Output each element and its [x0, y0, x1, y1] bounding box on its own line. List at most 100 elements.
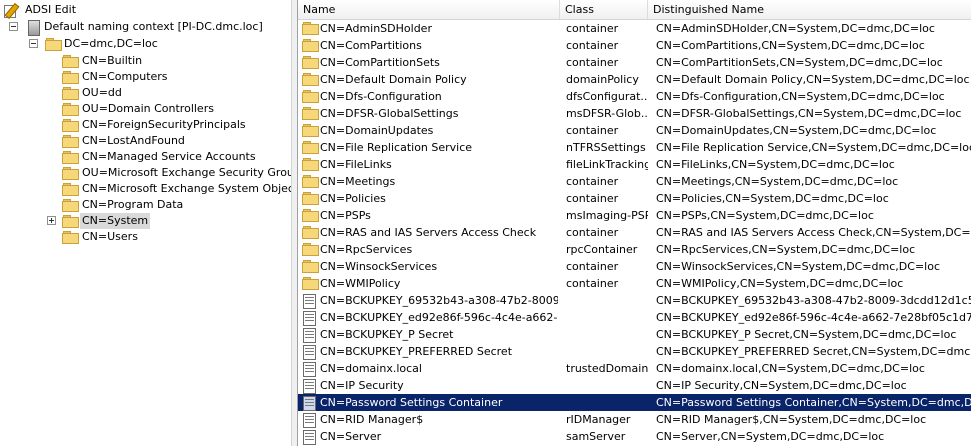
cell-distinguished-name: CN=Policies,CN=System,DC=dmc,DC=loc: [656, 192, 889, 205]
cell-distinguished-name: CN=AdminSDHolder,CN=System,DC=dmc,DC=loc: [656, 22, 935, 35]
tree-item[interactable]: CN=Computers: [0, 69, 290, 85]
folder-icon: [302, 226, 319, 239]
tree-item-label: CN=Computers: [82, 70, 168, 83]
cell-name: CN=FileLinks: [320, 158, 392, 171]
list-row[interactable]: CN=AdminSDHolder container CN=AdminSDHolde…: [298, 20, 971, 37]
tree-item[interactable]: OU=Domain Controllers: [0, 101, 290, 117]
list-row[interactable]: CN=domainx.local trustedDomain CN=domainx.…: [298, 360, 971, 377]
folder-icon: [302, 56, 319, 69]
list-row[interactable]: CN=Meetings container CN=Meetings,CN=Syste…: [298, 173, 971, 190]
tree-item[interactable]: CN=LostAndFound: [0, 133, 290, 149]
list-row[interactable]: CN=IP Security CN=IP Security,CN=System,D…: [298, 377, 971, 394]
cell-class: container: [566, 226, 619, 239]
list-row[interactable]: CN=File Replication Service nTFRSSettings…: [298, 139, 971, 156]
list-header: Name Class Distinguished Name: [298, 0, 971, 20]
list-row[interactable]: CN=RpcServices rpcContainer CN=RpcServices…: [298, 241, 971, 258]
list-row[interactable]: CN=DFSR-GlobalSettings msDFSR-Glob... CN=D…: [298, 105, 971, 122]
list-row[interactable]: CN=BCKUPKEY_69532b43-a308-47b2-8009-3d..…: [298, 292, 971, 309]
cell-class: fileLinkTracking: [566, 158, 648, 171]
cell-distinguished-name: CN=BCKUPKEY_P Secret,CN=System,DC=dmc,DC…: [656, 328, 957, 341]
cell-class: samServer: [566, 430, 626, 443]
folder-icon: [302, 141, 319, 154]
cell-distinguished-name: CN=domainx.local,CN=System,DC=dmc,DC=loc: [656, 362, 925, 375]
expand-icon[interactable]: [47, 216, 56, 225]
object-icon: [303, 413, 316, 428]
cell-name: CN=Policies: [320, 192, 386, 205]
tree-item-naming-context[interactable]: Default naming context [PI-DC.dmc.loc]: [0, 19, 290, 36]
object-icon: [303, 294, 316, 309]
cell-name: CN=BCKUPKEY_69532b43-a308-47b2-8009-3d..…: [320, 294, 558, 307]
object-icon: [303, 396, 316, 411]
tree-item-label: CN=LostAndFound: [82, 134, 185, 147]
list-row[interactable]: CN=Policies container CN=Policies,CN=Syste…: [298, 190, 971, 207]
tree-item-label: CN=ForeignSecurityPrincipals: [82, 118, 246, 131]
cell-distinguished-name: CN=Default Domain Policy,CN=System,DC=dm…: [656, 73, 970, 86]
object-icon: [303, 362, 316, 377]
object-icon: [303, 430, 316, 445]
list-row[interactable]: CN=BCKUPKEY_ed92e86f-596c-4c4e-a662-7e..…: [298, 309, 971, 326]
folder-icon: [62, 199, 79, 212]
column-header-class[interactable]: Class: [560, 0, 648, 19]
tree-item-domain[interactable]: DC=dmc,DC=loc: [0, 36, 290, 52]
cell-distinguished-name: CN=PSPs,CN=System,DC=dmc,DC=loc: [656, 209, 874, 222]
tree-item[interactable]: CN=Users: [0, 229, 290, 245]
list-row[interactable]: CN=WMIPolicy container CN=WMIPolicy,CN=Sys…: [298, 275, 971, 292]
folder-icon: [302, 175, 319, 188]
folder-icon: [302, 277, 319, 290]
list-row[interactable]: CN=ComPartitionSets container CN=ComPartit…: [298, 54, 971, 71]
list-row[interactable]: CN=Server samServer CN=Server,CN=System,DC…: [298, 428, 971, 445]
tree-item[interactable]: OU=dd: [0, 85, 290, 101]
cell-class: container: [566, 192, 619, 205]
list-row[interactable]: CN=WinsockServices container CN=WinsockSer…: [298, 258, 971, 275]
folder-icon: [302, 90, 319, 103]
cell-distinguished-name: CN=RpcServices,CN=System,DC=dmc,DC=loc: [656, 243, 916, 256]
folder-icon: [302, 22, 319, 35]
list-row[interactable]: CN=DomainUpdates container CN=DomainUpdate…: [298, 122, 971, 139]
cell-name: CN=BCKUPKEY_PREFERRED Secret: [320, 345, 513, 358]
cell-name: CN=ComPartitionSets: [320, 56, 440, 69]
list-row[interactable]: CN=BCKUPKEY_PREFERRED Secret CN=BCKUPKEY_…: [298, 343, 971, 360]
list-row[interactable]: CN=Password Settings Container CN=Passwor…: [298, 394, 971, 411]
cell-name: CN=Password Settings Container: [320, 396, 503, 409]
folder-icon: [62, 103, 79, 116]
tree-item[interactable]: CN=Managed Service Accounts: [0, 149, 290, 165]
cell-distinguished-name: CN=File Replication Service,CN=System,DC…: [656, 141, 971, 154]
list-row[interactable]: CN=BCKUPKEY_P Secret CN=BCKUPKEY_P Secret…: [298, 326, 971, 343]
tree-item[interactable]: CN=ForeignSecurityPrincipals: [0, 117, 290, 133]
column-header-name[interactable]: Name: [298, 0, 560, 19]
cell-class: container: [566, 175, 619, 188]
tree-item-label: CN=Program Data: [82, 198, 184, 211]
list-row[interactable]: CN=ComPartitions container CN=ComPartition…: [298, 37, 971, 54]
list-row[interactable]: CN=Default Domain Policy domainPolicy CN=D…: [298, 71, 971, 88]
tree-item[interactable]: OU=Microsoft Exchange Security Groups: [0, 165, 291, 181]
cell-name: CN=BCKUPKEY_ed92e86f-596c-4c4e-a662-7e..…: [320, 311, 558, 324]
object-icon: [303, 345, 316, 360]
cell-name: CN=WinsockServices: [320, 260, 438, 273]
folder-icon: [302, 192, 319, 205]
pane-splitter[interactable]: [291, 0, 298, 446]
tree-item-label: CN=Users: [82, 230, 138, 243]
folder-icon: [62, 55, 79, 68]
tree-item[interactable]: CN=System: [0, 213, 290, 229]
list-row[interactable]: CN=FileLinks fileLinkTracking CN=FileLinks…: [298, 156, 971, 173]
tree-item[interactable]: CN=Builtin: [0, 53, 290, 69]
cell-distinguished-name: CN=RID Manager$,CN=System,DC=dmc,DC=loc: [656, 413, 927, 426]
folder-icon: [45, 38, 62, 51]
tree-item[interactable]: CN=Microsoft Exchange System Objects: [0, 181, 291, 197]
cell-distinguished-name: CN=IP Security,CN=System,DC=dmc,DC=loc: [656, 379, 907, 392]
list-row[interactable]: CN=RID Manager$ rIDManager CN=RID Manager$…: [298, 411, 971, 428]
list-row[interactable]: CN=RAS and IAS Servers Access Check conta…: [298, 224, 971, 241]
cell-name: CN=File Replication Service: [320, 141, 473, 154]
cell-name: CN=IP Security: [320, 379, 404, 392]
tree-root-adsi-edit[interactable]: ADSI Edit: [0, 2, 290, 20]
tree-item[interactable]: CN=Program Data: [0, 197, 290, 213]
collapse-icon[interactable]: [9, 22, 18, 31]
folder-icon: [62, 231, 79, 244]
collapse-icon[interactable]: [29, 39, 38, 48]
tree-item-label: OU=Microsoft Exchange Security Groups: [82, 166, 291, 179]
folder-icon: [302, 260, 319, 273]
column-header-distinguished-name[interactable]: Distinguished Name: [648, 0, 971, 19]
list-row[interactable]: CN=Dfs-Configuration dfsConfigurat... CN=D…: [298, 88, 971, 105]
cell-distinguished-name: CN=FileLinks,CN=System,DC=dmc,DC=loc: [656, 158, 895, 171]
list-row[interactable]: CN=PSPs msImaging-PSPs CN=PSPs,CN=System,D…: [298, 207, 971, 224]
